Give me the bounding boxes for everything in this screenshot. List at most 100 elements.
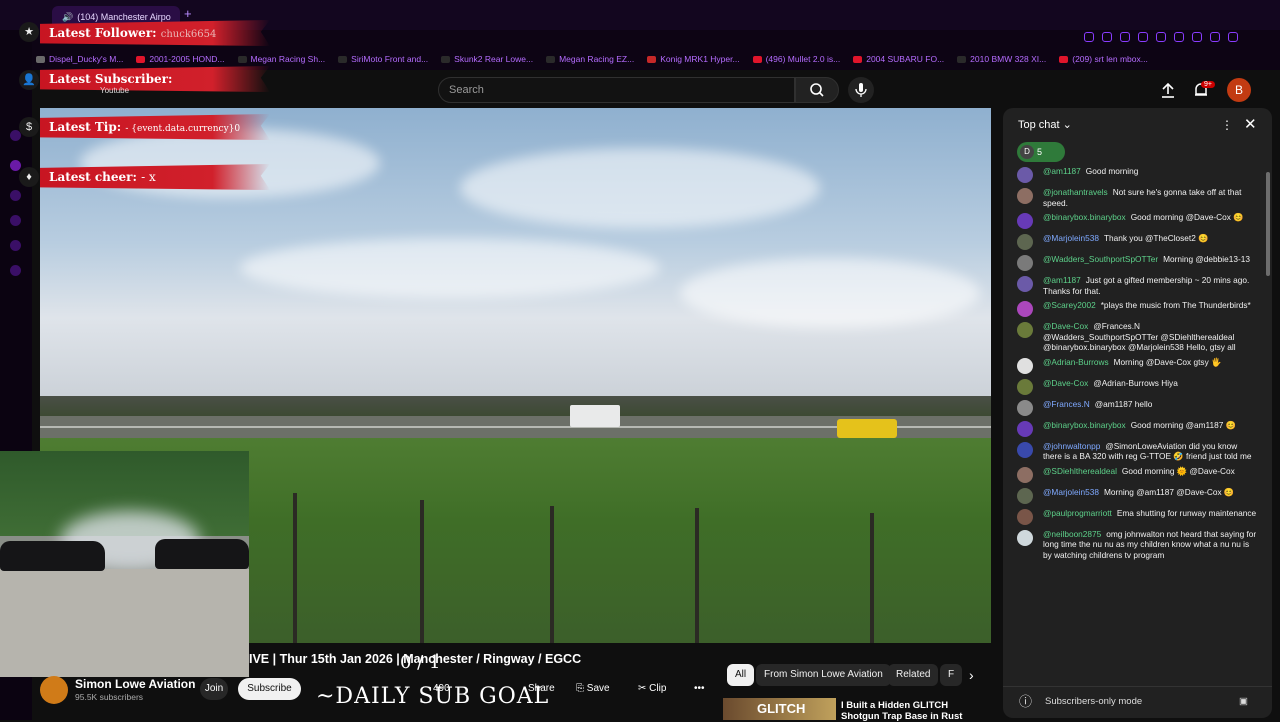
shield-icon[interactable] <box>1120 32 1130 42</box>
puzzle-icon[interactable] <box>1174 32 1184 42</box>
download-icon[interactable] <box>1210 32 1220 42</box>
chat-author[interactable]: @jonathantravels <box>1043 187 1108 197</box>
share-button[interactable]: Share <box>528 678 555 700</box>
chat-author[interactable]: @Dave-Cox <box>1043 378 1088 388</box>
bookmark-item[interactable]: 2010 BMW 328 XI... <box>957 54 1046 64</box>
extension-icon[interactable] <box>1084 32 1094 42</box>
chat-text: Good morning <box>1085 166 1139 176</box>
bookmark-item[interactable]: 2004 SUBARU FO... <box>853 54 944 64</box>
bookmark-item[interactable]: Megan Racing Sh... <box>237 54 325 64</box>
chat-message-text: @Wadders_SouthportSpOTTer Morning @debbie… <box>1043 254 1250 271</box>
sidebar-icon[interactable] <box>10 215 21 226</box>
chip-all[interactable]: All <box>727 664 755 686</box>
chat-text: @Adrian-Burrows Hiya <box>1093 377 1178 388</box>
bookmark-item[interactable]: SiriMoto Front and... <box>338 54 428 64</box>
bookmark-item[interactable]: (209) srt len mbox... <box>1059 54 1148 64</box>
chat-author[interactable]: @am1187 <box>1043 166 1081 176</box>
channel-name[interactable]: Simon Lowe Aviation <box>75 677 195 691</box>
tab-title: (104) Manchester Airpo <box>77 12 171 22</box>
chat-author[interactable]: @Scarey2002 <box>1043 300 1096 310</box>
emoji-icon[interactable]: ▣ <box>1239 687 1248 717</box>
sidebar-icon[interactable] <box>10 190 21 201</box>
search-input[interactable]: Search <box>438 77 795 103</box>
sidebar-icon[interactable] <box>10 240 21 251</box>
chat-avatar[interactable] <box>1017 188 1033 204</box>
upload-button[interactable] <box>1160 81 1176 104</box>
chip-more[interactable]: F <box>940 664 963 686</box>
chat-avatar[interactable] <box>1017 399 1033 416</box>
chat-author[interactable]: @Marjolein538 <box>1043 487 1099 497</box>
bookmark-item[interactable]: Megan Racing EZ... <box>546 54 634 64</box>
more-actions-button[interactable]: ••• <box>694 678 705 700</box>
chat-author[interactable]: @Dave-Cox <box>1043 321 1088 331</box>
twitch-icon[interactable] <box>10 160 21 171</box>
chat-author[interactable]: @neilboon2875 <box>1043 529 1101 539</box>
chat-avatar[interactable] <box>1017 420 1033 437</box>
chat-message: @am1187 Good morning <box>1003 164 1265 185</box>
chat-avatar[interactable] <box>1017 466 1033 483</box>
chat-avatar[interactable] <box>1017 322 1033 338</box>
chat-menu-icon[interactable]: ⋮ <box>1221 118 1233 132</box>
chat-author[interactable]: @Marjolein538 <box>1043 233 1099 243</box>
bookmark-item[interactable]: 2001-2005 HOND... <box>136 54 225 64</box>
chat-author[interactable]: @binarybox.binarybox <box>1043 212 1126 222</box>
chat-avatar[interactable] <box>1017 378 1033 395</box>
chat-avatar[interactable] <box>1017 508 1033 525</box>
bookmark-item[interactable]: Konig MRK1 Hyper... <box>647 54 740 64</box>
chat-author[interactable]: @paulprogmarriott <box>1043 508 1112 518</box>
bookmark-item[interactable]: Skunk2 Rear Lowe... <box>441 54 533 64</box>
chat-avatar[interactable] <box>1017 167 1033 183</box>
share-icon[interactable] <box>1192 32 1202 42</box>
info-icon: ⓘ <box>1019 694 1033 709</box>
sidebar-icon[interactable] <box>10 265 21 276</box>
chat-avatar[interactable] <box>1017 276 1033 292</box>
voice-search-button[interactable] <box>848 77 874 103</box>
chat-avatar[interactable] <box>1017 255 1033 271</box>
chat-avatar[interactable] <box>1017 357 1033 374</box>
channel-avatar[interactable] <box>40 676 68 704</box>
chat-author[interactable]: @Adrian-Burrows <box>1043 357 1109 367</box>
viewer-pill[interactable]: D5 <box>1017 142 1065 162</box>
chat-mode-dropdown[interactable]: Top chat ⌄ <box>1018 118 1072 131</box>
chat-author[interactable]: @binarybox.binarybox <box>1043 420 1126 430</box>
chevron-right-icon[interactable]: › <box>969 667 974 683</box>
chip-from-channel[interactable]: From Simon Lowe Aviation <box>756 664 891 686</box>
chat-avatar[interactable] <box>1017 213 1033 229</box>
reader-icon[interactable] <box>1102 32 1112 42</box>
save-button[interactable]: ⎘ Save <box>576 678 610 700</box>
new-tab-button[interactable]: + <box>184 6 192 21</box>
like-count[interactable]: 490 <box>433 678 450 700</box>
chat-footer: ⓘ Subscribers-only mode ▣ <box>1003 686 1272 718</box>
search-button[interactable] <box>795 77 839 103</box>
chat-avatar[interactable] <box>1017 234 1033 250</box>
chat-author[interactable]: @am1187 <box>1043 275 1081 285</box>
clip-button[interactable]: ✂ Clip <box>638 678 666 700</box>
chip-related[interactable]: Related <box>888 664 939 686</box>
chat-scrollbar[interactable] <box>1266 172 1270 276</box>
chat-author[interactable]: @Frances.N <box>1043 399 1090 409</box>
chat-author[interactable]: @Wadders_SouthportSpOTTer <box>1043 254 1158 264</box>
heart-icon[interactable] <box>1156 32 1166 42</box>
chat-avatar[interactable] <box>1017 301 1033 317</box>
chat-avatar[interactable] <box>1017 441 1033 458</box>
close-icon[interactable]: ✕ <box>1244 115 1257 133</box>
chat-message-text: @Dave-Cox @Adrian-Burrows Hiya <box>1043 378 1178 395</box>
chevron-down-icon: ⌄ <box>1062 119 1072 131</box>
chat-avatar[interactable] <box>1017 529 1033 546</box>
picture-in-picture-video[interactable] <box>0 451 249 677</box>
bookmark-item[interactable]: Dispel_Ducky's M... <box>36 54 123 64</box>
chat-author[interactable]: @SDiehltherealdeal <box>1043 466 1117 476</box>
related-video-thumbnail[interactable]: GLITCH <box>723 698 836 720</box>
youtube-icon <box>752 55 762 63</box>
subscribe-button[interactable]: Subscribe <box>238 678 301 700</box>
account-avatar[interactable]: B <box>1227 78 1251 102</box>
join-button[interactable]: Join <box>200 678 228 700</box>
bookmark-item[interactable]: (496) Mullet 2.0 is... <box>752 54 840 64</box>
scissors-icon: ✂ <box>638 683 647 694</box>
chat-author[interactable]: @johnwaltonpp <box>1043 441 1100 451</box>
menu-icon[interactable] <box>1228 32 1238 42</box>
upload-icon <box>1162 82 1174 98</box>
play-icon[interactable] <box>1138 32 1148 42</box>
related-video-title[interactable]: I Built a Hidden GLITCH Shotgun Trap Base… <box>841 700 962 722</box>
chat-avatar[interactable] <box>1017 487 1033 504</box>
